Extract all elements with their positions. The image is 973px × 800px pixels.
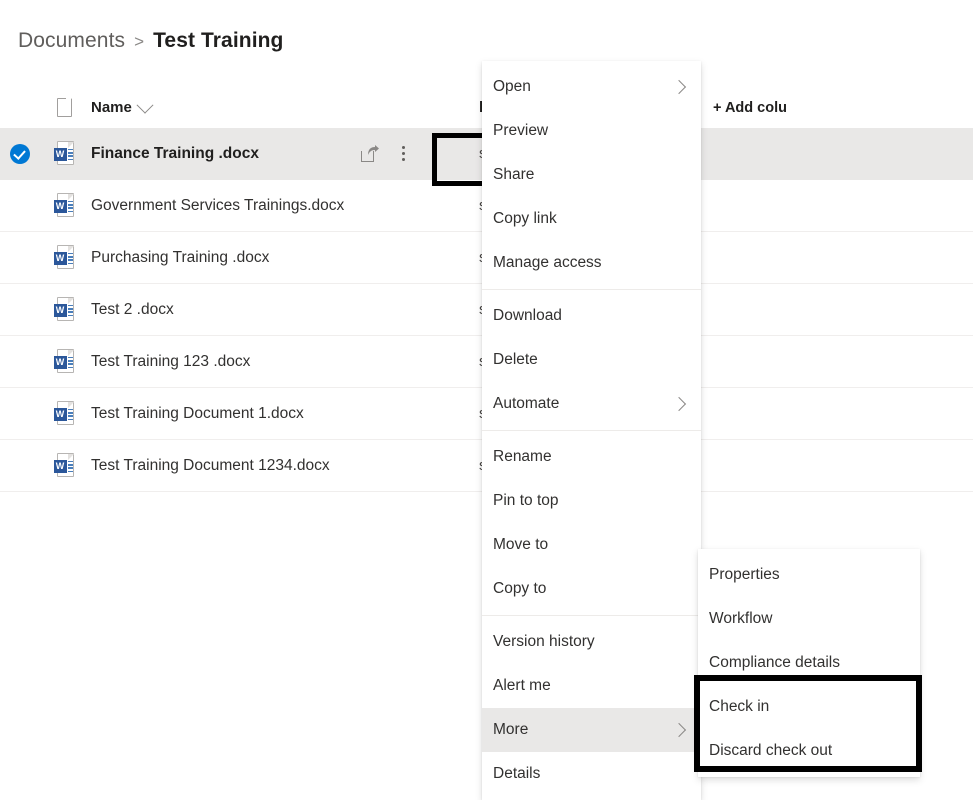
- row-file-name[interactable]: Finance Training .docx: [88, 145, 353, 163]
- submenu-item-workflow[interactable]: Workflow: [698, 597, 920, 641]
- more-submenu[interactable]: Properties Workflow Compliance details C…: [698, 549, 920, 777]
- word-icon: W: [53, 401, 75, 426]
- column-header-name-label: Name: [91, 99, 132, 116]
- menu-item-alert-me[interactable]: Alert me: [482, 664, 701, 708]
- menu-item-label: Rename: [493, 448, 552, 465]
- menu-item-label: Automate: [493, 395, 560, 412]
- word-icon: W: [53, 141, 75, 166]
- menu-item-download[interactable]: Download: [482, 294, 701, 338]
- menu-item-label: Alert me: [493, 677, 551, 694]
- word-icon: W: [53, 193, 75, 218]
- menu-item-label: More: [493, 721, 529, 738]
- word-icon: W: [53, 245, 75, 270]
- chevron-right-icon: [671, 396, 687, 412]
- ellipsis-vertical-icon[interactable]: [388, 139, 418, 169]
- menu-item-delete[interactable]: Delete: [482, 338, 701, 382]
- menu-divider: [482, 289, 701, 290]
- row-file-icon: W: [40, 141, 88, 166]
- chevron-right-icon: [671, 79, 687, 95]
- menu-item-copy-link[interactable]: Copy link: [482, 197, 701, 241]
- row-actions: [353, 139, 473, 169]
- row-file-icon: W: [40, 401, 88, 426]
- chevron-down-icon: [136, 96, 154, 114]
- row-checkbox[interactable]: [0, 143, 40, 164]
- row-file-icon: W: [40, 297, 88, 322]
- row-file-name[interactable]: Test Training Document 1234.docx: [88, 457, 353, 475]
- add-column-button[interactable]: + Add colu: [699, 100, 973, 116]
- menu-item-preview[interactable]: Preview: [482, 109, 701, 153]
- submenu-item-properties[interactable]: Properties: [698, 553, 920, 597]
- row-file-name[interactable]: Purchasing Training .docx: [88, 249, 353, 267]
- menu-item-share[interactable]: Share: [482, 153, 701, 197]
- row-file-icon: W: [40, 349, 88, 374]
- row-file-icon: W: [40, 193, 88, 218]
- menu-item-label: Details: [493, 765, 541, 782]
- context-menu[interactable]: Open Preview Share Copy link Manage acce…: [482, 61, 701, 800]
- menu-item-label: Download: [493, 307, 562, 324]
- breadcrumb-item-documents[interactable]: Documents: [18, 29, 125, 53]
- menu-item-manage-access[interactable]: Manage access: [482, 241, 701, 285]
- menu-item-label: Move to: [493, 536, 549, 553]
- submenu-item-label: Compliance details: [709, 654, 840, 671]
- word-icon: W: [53, 297, 75, 322]
- submenu-item-compliance-details[interactable]: Compliance details: [698, 641, 920, 685]
- submenu-item-label: Discard check out: [709, 742, 833, 759]
- submenu-item-check-in[interactable]: Check in: [698, 685, 920, 729]
- menu-item-label: Delete: [493, 351, 538, 368]
- row-file-name[interactable]: Test Training 123 .docx: [88, 353, 353, 371]
- chevron-right-icon: [671, 722, 687, 738]
- menu-item-version-history[interactable]: Version history: [482, 620, 701, 664]
- menu-item-open[interactable]: Open: [482, 65, 701, 109]
- menu-item-label: Version history: [493, 633, 595, 650]
- column-header-file-type[interactable]: [40, 98, 88, 117]
- submenu-item-discard-check-out[interactable]: Discard check out: [698, 729, 920, 773]
- column-header-name[interactable]: Name: [88, 96, 353, 116]
- submenu-item-label: Properties: [709, 566, 780, 583]
- word-icon: W: [53, 349, 75, 374]
- menu-item-more[interactable]: More: [482, 708, 701, 752]
- menu-divider: [482, 615, 701, 616]
- menu-item-label: Copy to: [493, 580, 547, 597]
- menu-item-move-to[interactable]: Move to: [482, 523, 701, 567]
- menu-item-label: Manage access: [493, 254, 602, 271]
- breadcrumb-item-current[interactable]: Test Training: [153, 29, 283, 53]
- breadcrumb-separator-icon: >: [134, 31, 145, 51]
- share-icon[interactable]: [361, 145, 380, 162]
- row-file-name[interactable]: Test Training Document 1.docx: [88, 405, 353, 423]
- breadcrumb: Documents > Test Training: [18, 24, 284, 58]
- menu-item-label: Copy link: [493, 210, 557, 227]
- add-column-label: + Add colu: [713, 99, 787, 116]
- menu-item-label: Preview: [493, 122, 549, 139]
- document-icon: [56, 98, 72, 117]
- menu-item-copy-to[interactable]: Copy to: [482, 567, 701, 611]
- row-file-name[interactable]: Government Services Trainings.docx: [88, 197, 353, 215]
- menu-item-pin-to-top[interactable]: Pin to top: [482, 479, 701, 523]
- menu-item-details[interactable]: Details: [482, 752, 701, 796]
- menu-item-automate[interactable]: Automate: [482, 382, 701, 426]
- menu-divider: [482, 430, 701, 431]
- checkmark-circle-icon: [10, 143, 30, 164]
- word-icon: W: [53, 453, 75, 478]
- row-file-icon: W: [40, 245, 88, 270]
- row-file-name[interactable]: Test 2 .docx: [88, 301, 353, 319]
- submenu-item-label: Check in: [709, 698, 770, 715]
- menu-item-label: Share: [493, 166, 535, 183]
- menu-item-label: Pin to top: [493, 492, 559, 509]
- menu-item-rename[interactable]: Rename: [482, 435, 701, 479]
- submenu-item-label: Workflow: [709, 610, 773, 627]
- share-arrow-glyph: [368, 145, 379, 155]
- row-file-icon: W: [40, 453, 88, 478]
- menu-item-label: Open: [493, 78, 531, 95]
